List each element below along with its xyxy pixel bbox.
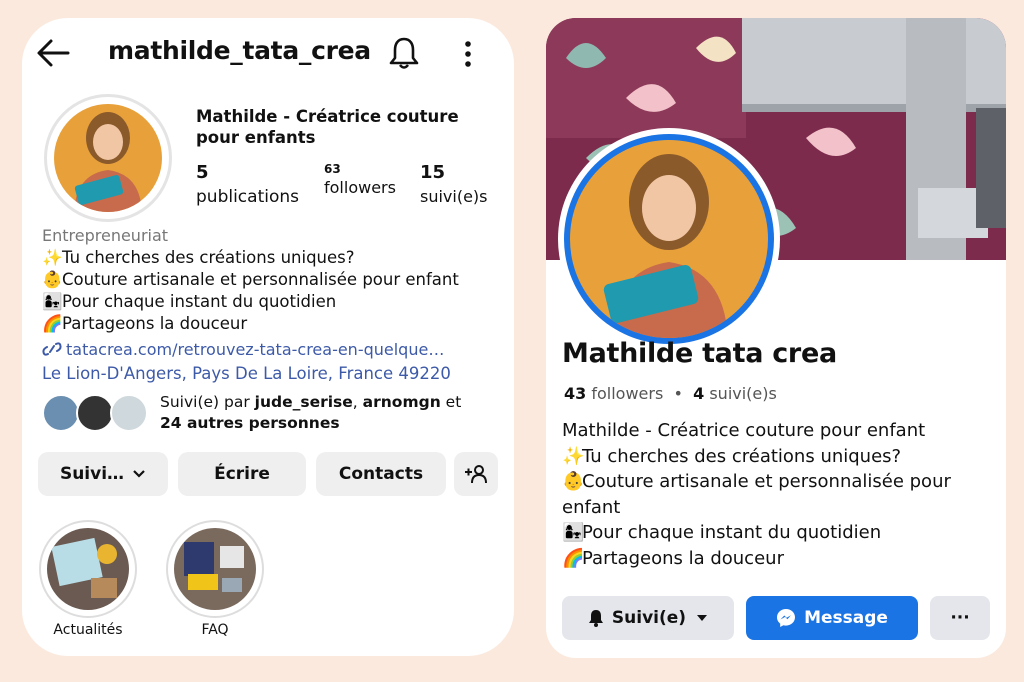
highlight-label: Actualités bbox=[53, 622, 123, 638]
bell-icon[interactable] bbox=[388, 36, 420, 70]
followers-label: followers bbox=[324, 178, 396, 197]
profile-display-name: Mathilde - Créatrice couture pour enfant… bbox=[196, 106, 486, 148]
add-person-icon bbox=[465, 465, 487, 484]
display-name-line1: Mathilde - Créatrice couture bbox=[196, 107, 459, 126]
instagram-header: mathilde_tata_crea bbox=[22, 18, 514, 88]
message-button[interactable]: Message bbox=[746, 596, 918, 640]
followers-label: followers bbox=[591, 384, 664, 403]
suggest-people-button[interactable] bbox=[454, 452, 498, 496]
followers-count: 63 bbox=[324, 162, 341, 176]
message-button[interactable]: Écrire bbox=[178, 452, 306, 496]
bio-line: 👩‍👧Pour chaque instant du quotidien bbox=[42, 292, 337, 311]
highlight-label: FAQ bbox=[201, 622, 229, 638]
bio-line: 👩‍👧Pour chaque instant du quotidien bbox=[562, 522, 882, 543]
messenger-icon bbox=[777, 609, 796, 627]
following-button[interactable]: Suivi… bbox=[38, 452, 168, 496]
profile-avatar[interactable] bbox=[558, 128, 780, 350]
bell-icon bbox=[588, 610, 603, 627]
highlight-thumbnail bbox=[47, 528, 129, 610]
profile-website-link[interactable]: tatacrea.com/retrouvez-tata-crea-en-quel… bbox=[42, 340, 444, 359]
avatar-photo bbox=[54, 104, 162, 212]
separator-dot: • bbox=[668, 384, 694, 403]
posts-stat[interactable]: 5 publications bbox=[196, 162, 299, 207]
bio-line: 👶Couture artisanale et personnalisée pou… bbox=[42, 270, 459, 289]
following-stat[interactable]: 15 suivi(e)s bbox=[420, 162, 488, 206]
following-button-label: Suivi(e) bbox=[611, 608, 687, 628]
follow-stats[interactable]: 43 followers • 4 suivi(e)s bbox=[564, 384, 777, 403]
follower-avatar bbox=[110, 394, 148, 432]
following-button[interactable]: Suivi(e) bbox=[562, 596, 734, 640]
caret-down-icon bbox=[697, 615, 708, 621]
bio-line: 👶Couture artisanale et personnalisée pou… bbox=[562, 471, 951, 492]
message-button-label: Message bbox=[804, 608, 888, 628]
following-count: 4 bbox=[693, 384, 705, 403]
avatar-photo bbox=[570, 140, 768, 338]
bio-line: 🌈Partageons la douceur bbox=[562, 547, 784, 569]
bio-line: ✨Tu cherches des créations uniques? bbox=[42, 248, 355, 267]
highlight-ring bbox=[39, 520, 137, 618]
bio-line: ✨Tu cherches des créations uniques? bbox=[562, 445, 902, 467]
instagram-profile-card: mathilde_tata_crea Mathilde - Créatrice … bbox=[22, 18, 514, 656]
followed-by-text[interactable]: Suivi(e) par jude_serise, arnomgn et 24 … bbox=[160, 392, 461, 434]
highlight-faq[interactable]: FAQ bbox=[165, 520, 265, 638]
profile-bio: ✨Tu cherches des créations uniques? 👶Cou… bbox=[42, 247, 459, 335]
more-button[interactable]: ··· bbox=[930, 596, 990, 640]
contacts-button[interactable]: Contacts bbox=[316, 452, 446, 496]
highlight-thumbnail bbox=[174, 528, 256, 610]
chevron-down-icon bbox=[133, 470, 145, 478]
follower-avatar bbox=[76, 394, 114, 432]
avatar-ring bbox=[564, 134, 774, 344]
profile-bio: Mathilde - Créatrice couture pour enfant… bbox=[562, 418, 992, 571]
posts-count: 5 bbox=[196, 162, 209, 183]
bio-line: 🌈Partageons la douceur bbox=[42, 314, 248, 333]
profile-location[interactable]: Le Lion-D'Angers, Pays De La Loire, Fran… bbox=[42, 364, 451, 383]
link-text: tatacrea.com/retrouvez-tata-crea-en-quel… bbox=[66, 340, 445, 359]
username-title: mathilde_tata_crea bbox=[108, 36, 371, 65]
highlight-actualites[interactable]: Actualités bbox=[38, 520, 138, 638]
display-name-line2: pour enfants bbox=[196, 128, 316, 147]
posts-label: publications bbox=[196, 187, 299, 207]
profile-category: Entrepreneuriat bbox=[42, 226, 169, 245]
highlight-ring bbox=[166, 520, 264, 618]
bio-line: enfant bbox=[562, 496, 621, 518]
following-count: 15 bbox=[420, 162, 446, 183]
followers-stat[interactable]: 63 followers bbox=[324, 162, 396, 197]
profile-name: Mathilde tata crea bbox=[562, 338, 837, 369]
profile-avatar[interactable] bbox=[44, 94, 172, 222]
facebook-profile-card: Mathilde tata crea 43 followers • 4 suiv… bbox=[546, 18, 1006, 658]
follower-avatar bbox=[42, 394, 80, 432]
bio-line: Mathilde - Créatrice couture pour enfant bbox=[562, 420, 926, 441]
followers-count: 43 bbox=[564, 384, 587, 403]
following-label: suivi(e)s bbox=[709, 384, 777, 403]
following-label: suivi(e)s bbox=[420, 187, 488, 206]
more-options-icon[interactable] bbox=[464, 40, 472, 68]
link-icon bbox=[42, 342, 62, 356]
back-arrow-icon[interactable] bbox=[36, 38, 70, 68]
following-button-label: Suivi… bbox=[59, 464, 125, 484]
